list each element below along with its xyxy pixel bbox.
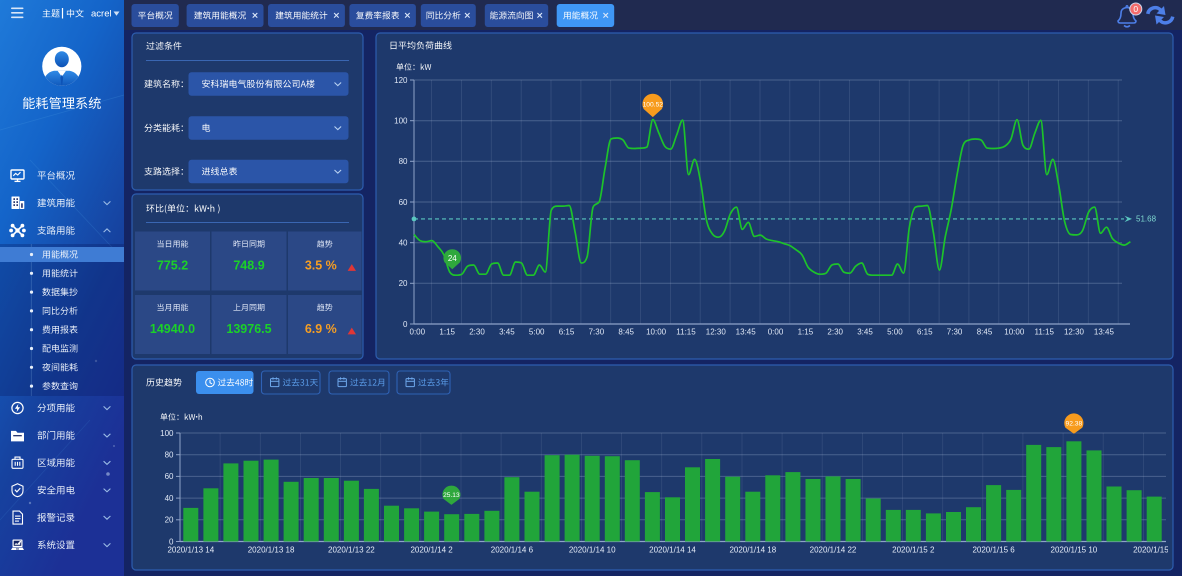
svg-text:7:30: 7:30 [947, 328, 963, 337]
svg-text:3:45: 3:45 [499, 328, 515, 337]
svg-text:12:30: 12:30 [1064, 328, 1085, 337]
svg-text:14940.0: 14940.0 [150, 322, 195, 336]
svg-text:25.13: 25.13 [443, 492, 460, 499]
svg-text:60: 60 [399, 198, 408, 207]
svg-text:2020/1/13 22: 2020/1/13 22 [328, 546, 375, 555]
svg-text:10:00: 10:00 [646, 328, 667, 337]
svg-text:0: 0 [1133, 4, 1138, 14]
svg-text:2020/1/13 14: 2020/1/13 14 [167, 546, 214, 555]
svg-text:2020/1/14 18: 2020/1/14 18 [729, 546, 776, 555]
svg-text:1:15: 1:15 [798, 328, 814, 337]
svg-text:2020/1/14 22: 2020/1/14 22 [810, 546, 857, 555]
svg-text:24: 24 [448, 254, 457, 263]
svg-text:1:15: 1:15 [439, 328, 455, 337]
svg-text:51.68: 51.68 [1136, 215, 1157, 224]
svg-text:6.9 %: 6.9 % [305, 322, 337, 336]
svg-text:0:00: 0:00 [768, 328, 784, 337]
svg-text:8:45: 8:45 [618, 328, 634, 337]
svg-text:11:15: 11:15 [1034, 328, 1054, 337]
svg-text:2020/1/14 6: 2020/1/14 6 [491, 546, 534, 555]
svg-text:80: 80 [165, 451, 174, 460]
svg-text:13:45: 13:45 [736, 328, 757, 337]
svg-text:5:00: 5:00 [529, 328, 545, 337]
svg-text:20: 20 [165, 516, 174, 525]
svg-text:2:30: 2:30 [827, 328, 843, 337]
svg-text:40: 40 [399, 239, 408, 248]
svg-text:0: 0 [403, 320, 408, 329]
svg-text:775.2: 775.2 [157, 259, 188, 273]
svg-text:120: 120 [394, 76, 408, 85]
svg-text:2020/1/13 18: 2020/1/13 18 [248, 546, 295, 555]
svg-text:10:00: 10:00 [1004, 328, 1025, 337]
svg-text:60: 60 [165, 472, 174, 481]
svg-text:100: 100 [160, 429, 174, 438]
svg-text:8:45: 8:45 [977, 328, 993, 337]
svg-text:80: 80 [399, 157, 408, 166]
svg-text:7:30: 7:30 [589, 328, 605, 337]
svg-text:2020/1/14 2: 2020/1/14 2 [410, 546, 453, 555]
svg-text:748.9: 748.9 [233, 259, 264, 273]
svg-text:100: 100 [394, 117, 408, 126]
svg-text:100.52: 100.52 [643, 101, 664, 108]
svg-text:2020/1/15 10: 2020/1/15 10 [1051, 546, 1098, 555]
svg-text:6:15: 6:15 [917, 328, 933, 337]
svg-text:2020/1/15 2: 2020/1/15 2 [892, 546, 935, 555]
svg-text:3:45: 3:45 [857, 328, 873, 337]
svg-text:6:15: 6:15 [559, 328, 575, 337]
svg-text:5:00: 5:00 [887, 328, 903, 337]
svg-text:40: 40 [165, 494, 174, 503]
svg-text:20: 20 [399, 279, 408, 288]
svg-text:2020/1/15 6: 2020/1/15 6 [972, 546, 1015, 555]
svg-text:2020/1/14 14: 2020/1/14 14 [649, 546, 696, 555]
svg-text:13976.5: 13976.5 [226, 322, 271, 336]
svg-text:2020/1/14 10: 2020/1/14 10 [569, 546, 616, 555]
svg-text:92.38: 92.38 [1066, 420, 1083, 427]
svg-text:2:30: 2:30 [469, 328, 485, 337]
svg-text:acrel: acrel [91, 9, 112, 20]
svg-text:0:00: 0:00 [410, 328, 426, 337]
svg-text:12:30: 12:30 [706, 328, 727, 337]
svg-text:13:45: 13:45 [1094, 328, 1115, 337]
svg-text:3.5 %: 3.5 % [305, 259, 337, 273]
svg-text:11:15: 11:15 [676, 328, 696, 337]
